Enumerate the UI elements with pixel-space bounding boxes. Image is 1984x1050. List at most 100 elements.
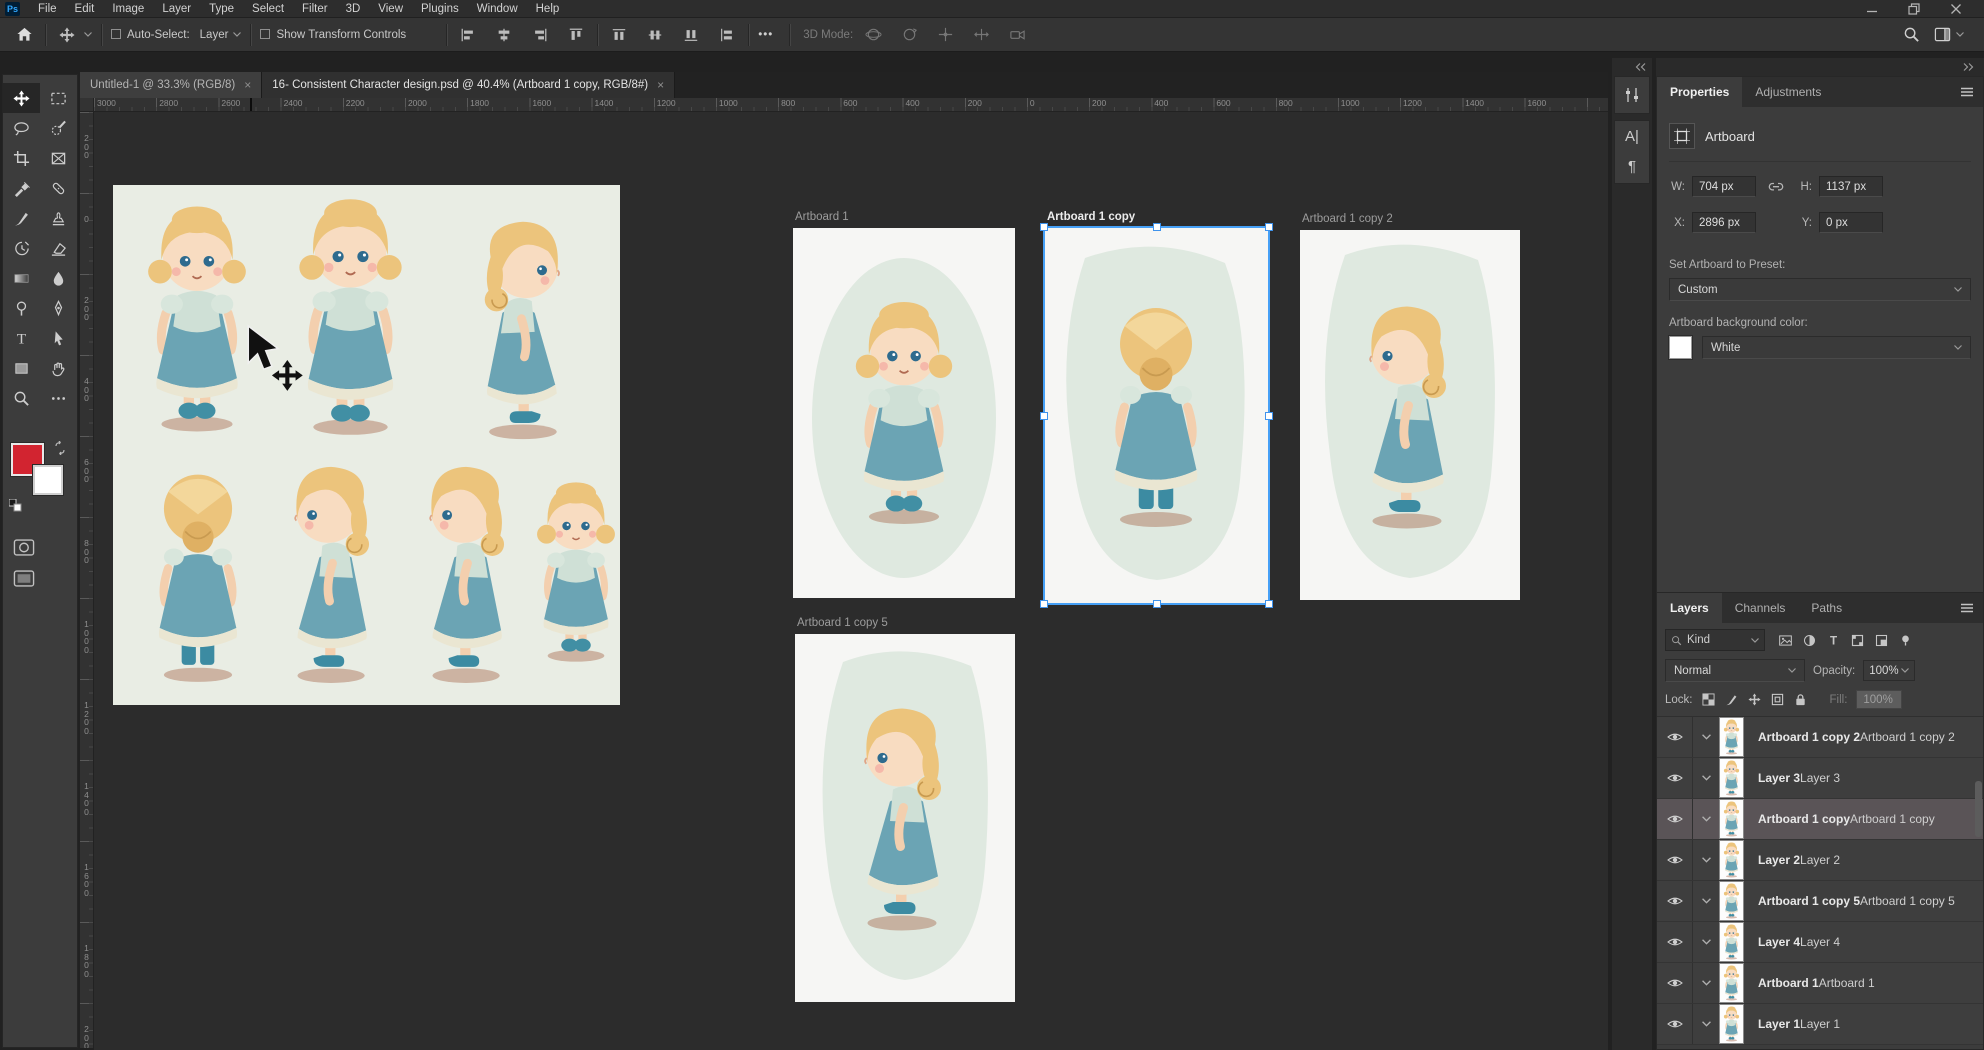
distribute-top-icon[interactable] [607,23,631,47]
more-align-options-button[interactable]: ••• [758,29,773,41]
brush-settings-panel-icon[interactable] [1623,86,1641,104]
menu-item[interactable]: Edit [66,0,104,18]
align-left-icon[interactable] [456,23,480,47]
visibility-eye-icon[interactable] [1657,758,1693,798]
menu-item[interactable]: File [29,0,66,18]
layer-filtering-toggle-icon[interactable] [1898,633,1913,648]
paragraph-panel-icon[interactable]: ¶ [1628,160,1636,174]
chevron-down-icon[interactable] [1693,898,1719,904]
3d-roll-icon[interactable] [897,23,921,47]
vertical-ruler[interactable]: 2 0 002 0 04 0 06 0 08 0 01 0 0 01 2 0 0… [80,112,94,1048]
lasso-tool[interactable] [3,113,40,143]
menu-item[interactable]: Select [243,0,293,18]
adjustment-layer-filter-icon[interactable] [1802,633,1817,648]
menu-item[interactable]: Plugins [412,0,468,18]
artboard-panel[interactable]: Artboard 1 [793,228,1015,598]
hand-tool[interactable] [40,353,77,383]
layer-row[interactable]: Artboard 1 Artboard 1 [1657,963,1983,1004]
background-color-swatch[interactable] [1669,336,1692,359]
default-colors-icon[interactable] [9,499,22,512]
visibility-eye-icon[interactable] [1657,922,1693,962]
swap-colors-icon[interactable] [53,441,67,455]
dodge-tool[interactable] [3,293,40,323]
quick-selection-tool[interactable] [40,113,77,143]
menu-item[interactable]: View [369,0,412,18]
artboard-label[interactable]: Artboard 1 copy [1047,211,1135,223]
3d-slide-icon[interactable] [969,23,993,47]
selection-handle[interactable] [1265,600,1273,608]
y-field[interactable]: 0 px [1819,212,1883,233]
selection-handle[interactable] [1265,223,1273,231]
chevron-down-icon[interactable] [1693,857,1719,863]
layer-row[interactable]: Layer 2 Layer 2 [1657,840,1983,881]
healing-brush-tool[interactable] [40,173,77,203]
3d-camera-icon[interactable] [1005,23,1029,47]
visibility-eye-icon[interactable] [1657,840,1693,880]
history-brush-tool[interactable] [3,233,40,263]
zoom-tool[interactable] [3,383,40,413]
lock-artboard-nesting-icon[interactable] [1771,693,1784,706]
frame-tool[interactable] [40,143,77,173]
selection-handle[interactable] [1040,412,1048,420]
menu-item[interactable]: Help [527,0,569,18]
layer-search-filter[interactable]: Kind [1665,629,1765,651]
align-top-icon[interactable] [564,23,588,47]
auto-select-checkbox[interactable]: Auto-Select: [111,29,190,41]
tab-close-icon[interactable]: × [657,78,664,92]
align-right-icon[interactable] [528,23,552,47]
eraser-tool[interactable] [40,233,77,263]
shape-layer-filter-icon[interactable] [1850,633,1865,648]
panel-tab[interactable]: Layers [1657,593,1722,623]
panel-tab[interactable]: Channels [1722,593,1799,623]
x-field[interactable]: 2896 px [1692,212,1756,233]
document-tab[interactable]: Untitled-1 @ 33.3% (RGB/8) × [80,72,262,98]
layer-thumbnail[interactable] [1719,758,1744,798]
close-icon[interactable] [1950,3,1962,15]
lock-transparent-pixels-icon[interactable] [1702,693,1715,706]
selection-handle[interactable] [1040,223,1048,231]
menu-item[interactable]: 3D [337,0,370,18]
chevron-down-icon[interactable] [1693,734,1719,740]
distribute-bottom-icon[interactable] [679,23,703,47]
screen-mode-icon[interactable] [13,570,35,587]
pixel-layer-filter-icon[interactable] [1778,633,1793,648]
artboard-label[interactable]: Artboard 1 copy 5 [797,617,888,629]
layer-row[interactable]: Artboard 1 copy 2 Artboard 1 copy 2 [1657,717,1983,758]
artboard-panel-selected[interactable]: Artboard 1 copy [1045,228,1268,603]
layer-thumbnail[interactable] [1719,1004,1744,1044]
layer-row[interactable]: Layer 1 Layer 1 [1657,1004,1983,1045]
distribute-middle-icon[interactable] [643,23,667,47]
pen-tool[interactable] [40,293,77,323]
edit-toolbar-button[interactable] [40,383,77,413]
3d-orbit-icon[interactable] [861,23,885,47]
quick-mask-icon[interactable] [13,539,35,556]
minimize-icon[interactable] [1866,3,1878,15]
move-tool[interactable] [3,83,40,113]
menu-item[interactable]: Type [200,0,243,18]
artboard-label[interactable]: Artboard 1 [795,211,849,223]
lock-position-icon[interactable] [1748,693,1761,706]
clone-stamp-tool[interactable] [40,203,77,233]
visibility-eye-icon[interactable] [1657,881,1693,921]
layer-row[interactable]: Layer 3 Layer 3 [1657,758,1983,799]
path-select-tool[interactable] [40,323,77,353]
type-tool[interactable] [3,323,40,353]
background-color-dropdown[interactable]: White [1702,336,1971,359]
layer-thumbnail[interactable] [1719,963,1744,1003]
layer-thumbnail[interactable] [1719,922,1744,962]
panel-tab[interactable]: Paths [1798,593,1855,623]
chevron-down-icon[interactable] [84,32,92,37]
restore-icon[interactable] [1908,3,1920,15]
rectangle-tool[interactable] [3,353,40,383]
crop-tool[interactable] [3,143,40,173]
link-dimensions-icon[interactable] [1756,178,1796,196]
align-horizontal-centers-icon[interactable] [492,23,516,47]
move-tool-preset-icon[interactable] [55,23,79,47]
collapse-dock-icon[interactable] [1612,58,1652,76]
workspace-switcher-icon[interactable] [1934,26,1964,43]
width-field[interactable]: 704 px [1692,176,1756,197]
opacity-field[interactable]: 100% [1863,660,1915,681]
selection-handle[interactable] [1040,600,1048,608]
panel-menu-icon[interactable] [1960,603,1974,613]
background-color-swatch[interactable] [33,465,63,495]
